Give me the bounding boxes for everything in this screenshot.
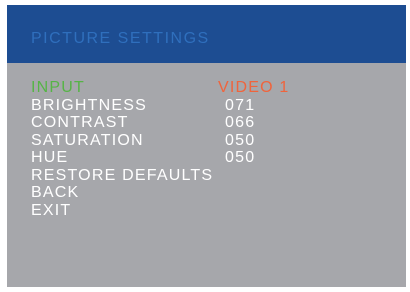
menu-item-hue[interactable]: HUE 050	[31, 149, 254, 167]
picture-settings-menu: PICTURE SETTINGS INPUT VIDEO 1 BRIGHTNES…	[7, 5, 406, 287]
menu-item-label: EXIT	[31, 201, 72, 219]
menu-item-exit[interactable]: EXIT	[31, 202, 213, 220]
input-source-value: VIDEO 1	[218, 79, 290, 96]
menu-item-input[interactable]: INPUT VIDEO 1	[31, 79, 288, 97]
menu-item-label: RESTORE DEFAULTS	[31, 166, 214, 184]
hue-value: 050	[225, 149, 256, 166]
menu-item-label: BRIGHTNESS	[31, 96, 148, 114]
menu-item-label: HUE	[31, 149, 69, 166]
brightness-value: 071	[225, 96, 256, 114]
menu-item-label: BACK	[31, 184, 80, 201]
menu-item-label: INPUT	[31, 79, 85, 96]
saturation-value: 050	[225, 131, 256, 149]
menu-item-restore-defaults[interactable]: RESTORE DEFAULTS	[31, 167, 213, 185]
menu-item-label: CONTRAST	[31, 114, 129, 131]
contrast-value: 066	[225, 114, 256, 131]
menu-item-brightness[interactable]: BRIGHTNESS 071	[31, 96, 254, 115]
menu-title: PICTURE SETTINGS	[31, 30, 210, 47]
menu-item-saturation[interactable]: SATURATION 050	[31, 131, 254, 150]
menu-item-back[interactable]: BACK	[31, 184, 213, 202]
settings-list: INPUT VIDEO 1 BRIGHTNESS 071 CONTRAST 06…	[31, 79, 288, 220]
menu-item-contrast[interactable]: CONTRAST 066	[31, 114, 254, 132]
menu-item-label: SATURATION	[31, 131, 144, 149]
title-bar: PICTURE SETTINGS	[7, 5, 406, 63]
